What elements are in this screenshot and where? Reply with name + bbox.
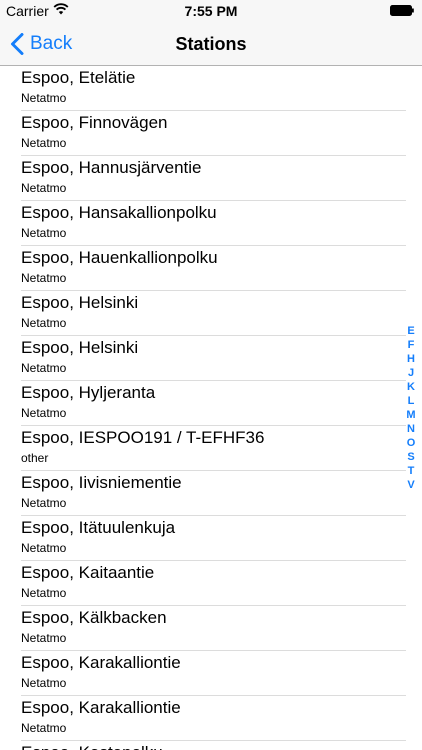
station-name: Espoo, Etelätie [21, 68, 136, 87]
section-index[interactable]: EFHJKLMNOSTV [404, 324, 418, 492]
index-letter[interactable]: S [407, 450, 414, 464]
station-source: Netatmo [21, 316, 67, 330]
station-name: Espoo, Hauenkallionpolku [21, 248, 218, 267]
station-source: other [21, 451, 49, 465]
station-name: Espoo, Helsinki [21, 293, 139, 312]
station-row[interactable]: Espoo, Karakalliontie Netatmo [0, 696, 422, 741]
station-name: Espoo, Kälkbacken [21, 608, 167, 627]
station-source: Netatmo [21, 91, 67, 105]
station-name: Espoo, Kaitaantie [21, 563, 155, 582]
station-source: Netatmo [21, 676, 67, 690]
station-row[interactable]: Espoo, IESPOO191 / T-EFHF36 other [0, 426, 422, 471]
station-row[interactable]: Espoo, Hyljeranta Netatmo [0, 381, 422, 426]
station-row[interactable]: Espoo, Kaitaantie Netatmo [0, 561, 422, 606]
index-letter[interactable]: H [407, 352, 415, 366]
station-source: Netatmo [21, 226, 67, 240]
index-letter[interactable]: F [408, 338, 415, 352]
station-row[interactable]: Espoo, Finnovägen Netatmo [0, 111, 422, 156]
index-letter[interactable]: M [406, 408, 415, 422]
station-row[interactable]: Espoo, Hannusjärventie Netatmo [0, 156, 422, 201]
station-source: Netatmo [21, 361, 67, 375]
station-row[interactable]: Espoo, Hansakallionpolku Netatmo [0, 201, 422, 246]
index-letter[interactable]: T [408, 464, 415, 478]
page-title: Stations [175, 34, 247, 54]
index-letter[interactable]: J [408, 366, 414, 380]
station-name: Espoo, Hansakallionpolku [21, 203, 217, 222]
station-row[interactable]: Espoo, Hauenkallionpolku Netatmo [0, 246, 422, 291]
navigation-bar: Back Stations [0, 22, 422, 66]
index-letter[interactable]: O [407, 436, 416, 450]
status-time: 7:55 PM [184, 3, 238, 19]
station-source: Netatmo [21, 541, 67, 555]
station-source: Netatmo [21, 631, 67, 645]
station-row[interactable]: Espoo, Kastepolku [0, 741, 422, 750]
station-source: Netatmo [21, 496, 67, 510]
station-name: Espoo, Kastepolku [21, 743, 163, 750]
station-name: Espoo, Karakalliontie [21, 653, 181, 672]
station-row[interactable]: Espoo, Helsinki Netatmo [0, 291, 422, 336]
station-source: Netatmo [21, 271, 67, 285]
index-letter[interactable]: V [407, 478, 414, 492]
battery-icon [390, 5, 414, 16]
station-name: Espoo, Karakalliontie [21, 698, 181, 717]
station-row[interactable]: Espoo, Karakalliontie Netatmo [0, 651, 422, 696]
station-row[interactable]: Espoo, Helsinki Netatmo [0, 336, 422, 381]
station-name: Espoo, IESPOO191 / T-EFHF36 [21, 428, 265, 447]
stations-list[interactable]: Espoo, Etelätie Netatmo Espoo, Finnovägen N… [0, 66, 422, 750]
station-row[interactable]: Espoo, Etelätie Netatmo [0, 66, 422, 111]
station-name: Espoo, Hyljeranta [21, 383, 156, 402]
station-source: Netatmo [21, 721, 67, 735]
station-row[interactable]: Espoo, Iivisniementie Netatmo [0, 471, 422, 516]
station-source: Netatmo [21, 181, 67, 195]
station-source: Netatmo [21, 586, 67, 600]
station-name: Espoo, Hannusjärventie [21, 158, 202, 177]
index-letter[interactable]: E [407, 324, 414, 338]
station-name: Espoo, Iivisniementie [21, 473, 182, 492]
status-bar: Carrier 7:55 PM [0, 0, 422, 22]
station-name: Espoo, Helsinki [21, 338, 139, 357]
station-row[interactable]: Espoo, Itätuulenkuja Netatmo [0, 516, 422, 561]
index-letter[interactable]: N [407, 422, 415, 436]
index-letter[interactable]: L [408, 394, 415, 408]
index-letter[interactable]: K [407, 380, 415, 394]
station-row[interactable]: Espoo, Kälkbacken Netatmo [0, 606, 422, 651]
station-source: Netatmo [21, 136, 67, 150]
station-name: Espoo, Finnovägen [21, 113, 168, 132]
station-name: Espoo, Itätuulenkuja [21, 518, 176, 537]
station-source: Netatmo [21, 406, 67, 420]
